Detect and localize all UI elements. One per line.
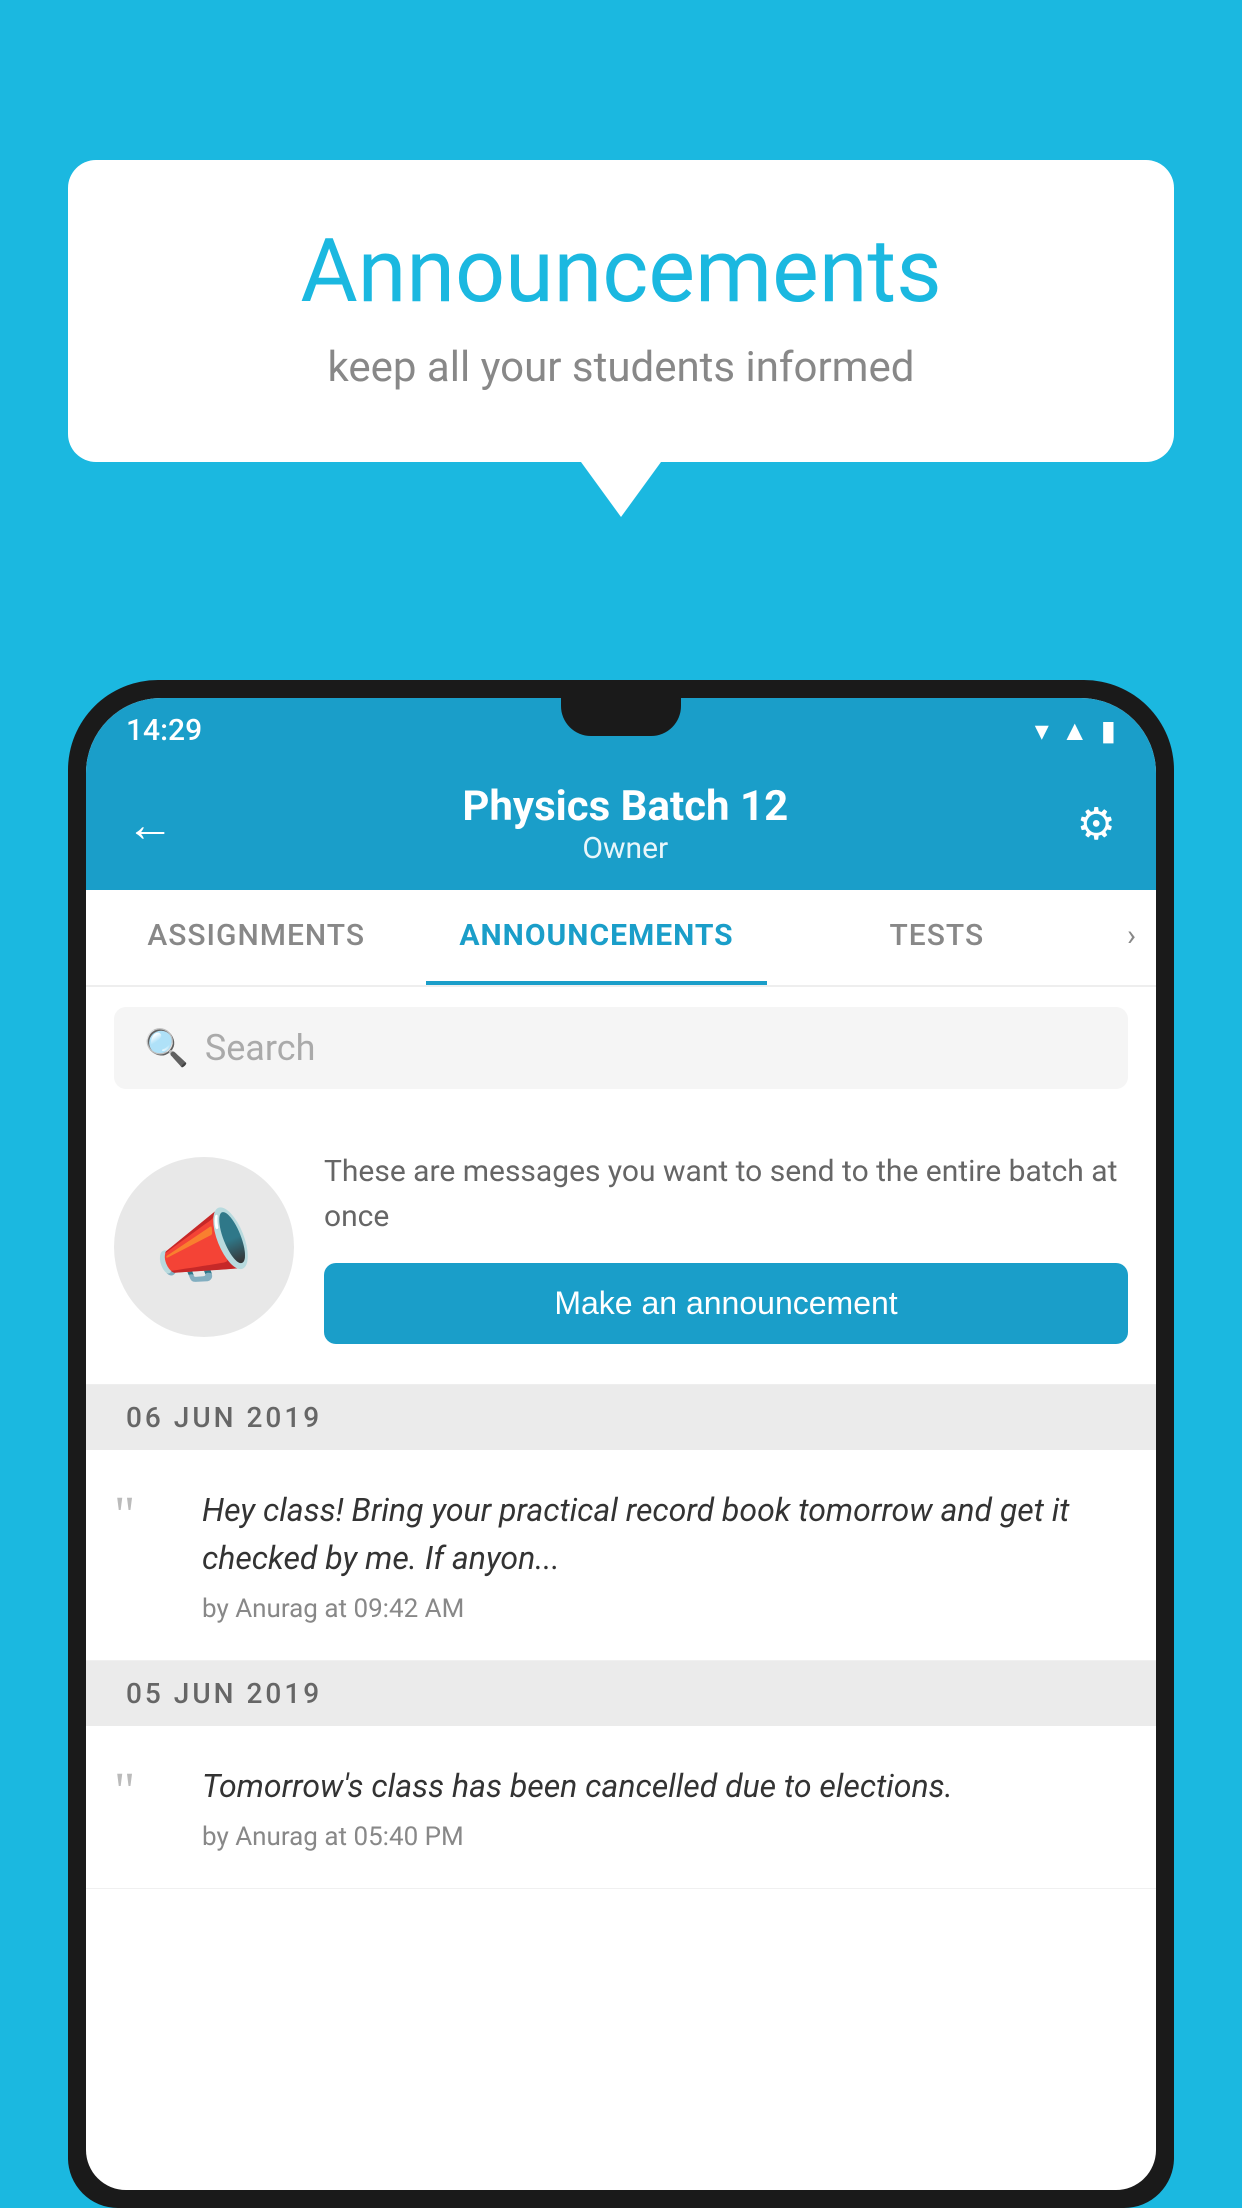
speech-bubble: Announcements keep all your students inf…: [68, 160, 1174, 462]
batch-role: Owner: [174, 831, 1077, 866]
app-header: ← Physics Batch 12 Owner ⚙: [86, 762, 1156, 890]
announcement-content-2: Tomorrow's class has been cancelled due …: [202, 1762, 1128, 1852]
status-icons: ▾ ▲ ▮: [1035, 714, 1116, 747]
search-bar[interactable]: 🔍 Search: [114, 1007, 1128, 1089]
speech-bubble-container: Announcements keep all your students inf…: [68, 160, 1174, 517]
header-title-area: Physics Batch 12 Owner: [174, 782, 1077, 866]
search-container: 🔍 Search: [86, 987, 1156, 1109]
signal-icon: ▲: [1061, 714, 1089, 747]
announcement-text-2: Tomorrow's class has been cancelled due …: [202, 1762, 1128, 1810]
tab-more-button[interactable]: ›: [1107, 890, 1156, 985]
date-separator-2: 05 JUN 2019: [86, 1661, 1156, 1726]
promo-icon-circle: 📣: [114, 1157, 294, 1337]
speech-bubble-arrow: [581, 462, 661, 517]
phone-frame: 14:29 ▾ ▲ ▮ ← Physics Batch 12 Owner ⚙ A…: [68, 680, 1174, 2208]
announcement-item-1[interactable]: " Hey class! Bring your practical record…: [86, 1450, 1156, 1661]
tab-bar: ASSIGNMENTS ANNOUNCEMENTS TESTS ›: [86, 890, 1156, 987]
speech-bubble-subtitle: keep all your students informed: [148, 343, 1094, 392]
promo-card: 📣 These are messages you want to send to…: [86, 1109, 1156, 1385]
quote-icon-1: ": [114, 1490, 174, 1542]
announcement-item-2[interactable]: " Tomorrow's class has been cancelled du…: [86, 1726, 1156, 1889]
back-button[interactable]: ←: [126, 796, 174, 853]
status-bar: 14:29 ▾ ▲ ▮: [86, 698, 1156, 762]
quote-icon-2: ": [114, 1766, 174, 1818]
tab-assignments[interactable]: ASSIGNMENTS: [86, 890, 426, 985]
battery-icon: ▮: [1101, 714, 1116, 747]
speech-bubble-title: Announcements: [148, 220, 1094, 323]
search-icon: 🔍: [144, 1027, 189, 1069]
announcement-meta-1: by Anurag at 09:42 AM: [202, 1594, 1128, 1624]
promo-description: These are messages you want to send to t…: [324, 1149, 1128, 1239]
promo-content: These are messages you want to send to t…: [324, 1149, 1128, 1344]
tab-tests[interactable]: TESTS: [767, 890, 1107, 985]
notch: [561, 698, 681, 736]
batch-title: Physics Batch 12: [174, 782, 1077, 831]
make-announcement-button[interactable]: Make an announcement: [324, 1263, 1128, 1344]
megaphone-icon: 📣: [154, 1200, 254, 1294]
date-separator-1: 06 JUN 2019: [86, 1385, 1156, 1450]
announcement-text-1: Hey class! Bring your practical record b…: [202, 1486, 1128, 1582]
search-placeholder: Search: [205, 1027, 316, 1069]
status-time: 14:29: [126, 713, 202, 748]
announcement-content-1: Hey class! Bring your practical record b…: [202, 1486, 1128, 1624]
phone-screen: 14:29 ▾ ▲ ▮ ← Physics Batch 12 Owner ⚙ A…: [86, 698, 1156, 2190]
settings-button[interactable]: ⚙: [1077, 798, 1116, 850]
tab-announcements[interactable]: ANNOUNCEMENTS: [426, 890, 766, 985]
announcement-meta-2: by Anurag at 05:40 PM: [202, 1822, 1128, 1852]
wifi-icon: ▾: [1035, 714, 1049, 747]
